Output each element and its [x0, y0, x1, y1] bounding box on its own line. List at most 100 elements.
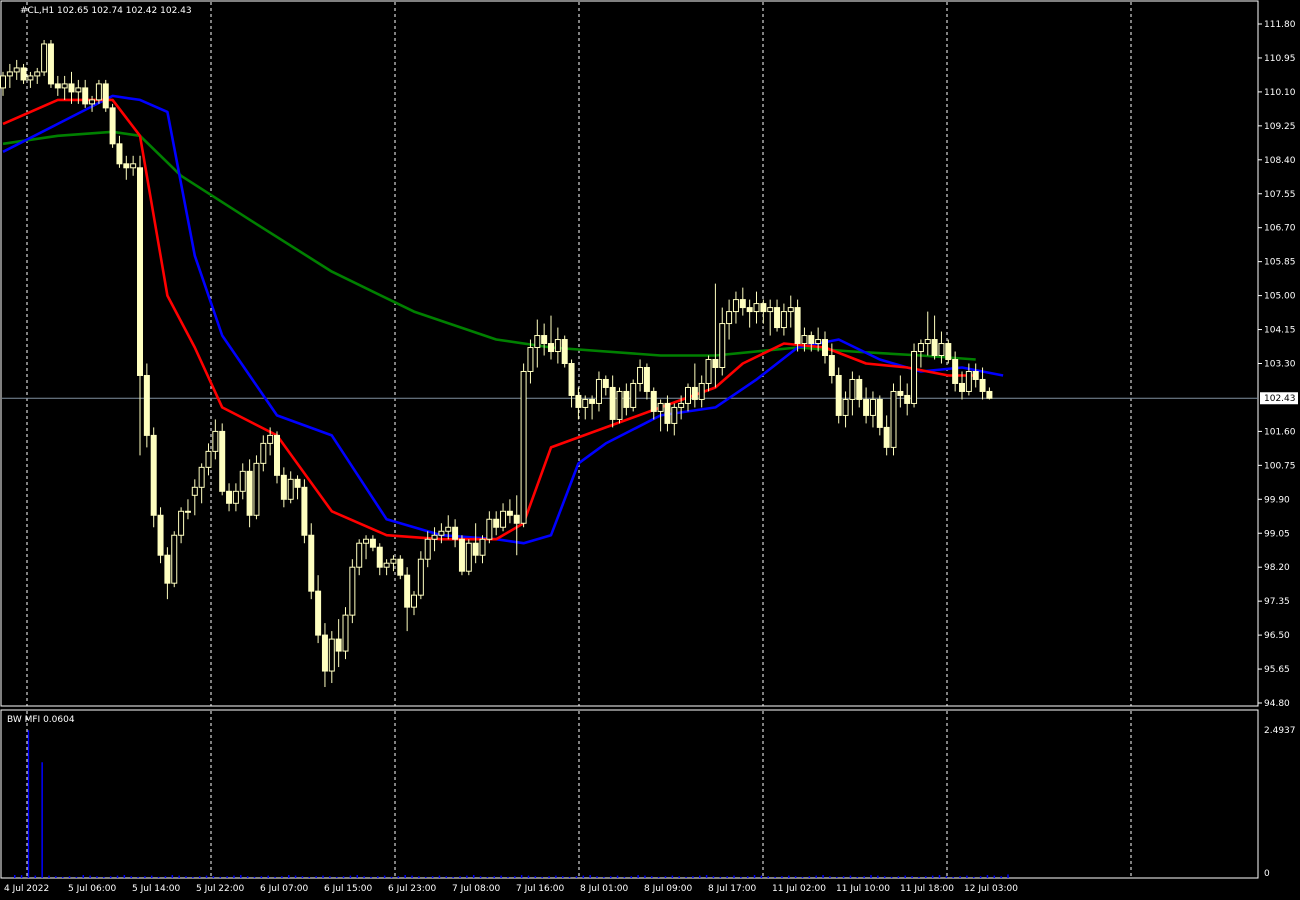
candle-body-bear [575, 394, 582, 408]
candle-body-bull [911, 351, 918, 404]
candle-body-bull [383, 562, 390, 568]
candle [664, 395, 671, 432]
mfi-bar [198, 876, 201, 878]
candle [349, 559, 356, 624]
candle [116, 135, 123, 168]
mfi-bar [219, 876, 221, 878]
candle-body-bear [643, 366, 650, 392]
mfi-bar [527, 875, 530, 878]
candle-body-bear [506, 510, 513, 516]
mfi-bar [1000, 876, 1002, 878]
candle [164, 547, 171, 600]
candle-body-bear [623, 390, 630, 408]
candle [917, 339, 924, 368]
candle [774, 299, 781, 332]
candle [253, 455, 260, 520]
candle-body-bull [171, 534, 178, 584]
mfi-bar [103, 876, 105, 878]
candle-body-bull [732, 299, 739, 313]
candle-body-bull [630, 382, 637, 408]
candle-body-bear [746, 307, 753, 313]
x-tick-label: 8 Jul 09:00 [644, 884, 693, 894]
candle [452, 519, 459, 548]
mfi-bar [808, 876, 811, 878]
mfi-bar [952, 876, 954, 878]
mfi-bar [973, 876, 975, 878]
candle-body-bear [760, 303, 767, 313]
candle-body-bull [500, 510, 507, 528]
mfi-bar [61, 876, 64, 878]
mfi-bar [205, 875, 208, 878]
ma-slow-line [2, 130, 976, 361]
candle-body-bull [287, 478, 294, 500]
x-tick-label: 4 Jul 2022 [4, 884, 49, 894]
candle-body-bull [698, 382, 705, 400]
mfi-bar [651, 876, 653, 878]
mfi-bar [246, 876, 249, 878]
y-tick-label: 99.05 [1264, 529, 1290, 539]
mfi-bar [342, 876, 345, 878]
candle [376, 543, 383, 576]
mfi-bar [479, 876, 482, 878]
candle-body-bull [479, 538, 486, 556]
mfi-bar [890, 876, 893, 878]
mfi-bar [130, 876, 132, 878]
candle-body-bull [411, 594, 417, 608]
candle [911, 343, 918, 408]
candle-body-bull [917, 343, 924, 353]
mfi-bar [288, 875, 290, 878]
candle [637, 359, 644, 392]
x-tick-label: 5 Jul 22:00 [196, 884, 245, 894]
candle [342, 607, 349, 660]
candle [787, 295, 794, 328]
candle [219, 423, 226, 496]
candle [260, 435, 267, 472]
candle [123, 155, 130, 180]
mfi-bar [794, 876, 797, 878]
candle-body-bear [589, 398, 596, 404]
candle [719, 307, 726, 376]
candle [705, 355, 712, 392]
candle [431, 527, 438, 552]
mfi-bar [390, 876, 393, 878]
candle [623, 383, 630, 416]
candle-body-bear [150, 434, 157, 516]
mfi-bar [692, 876, 694, 878]
candle-body-bull [13, 67, 20, 73]
mfi-bar [630, 876, 632, 878]
candle [506, 499, 513, 524]
y-tick-label: 107.55 [1264, 190, 1296, 200]
candle-body-bear [568, 363, 575, 396]
candle-body-bull [595, 378, 602, 404]
candle [321, 623, 328, 688]
mfi-bar [335, 876, 338, 878]
mfi-bar [603, 876, 605, 878]
candle-body-bear [472, 542, 479, 556]
candle [157, 507, 164, 564]
x-tick-label: 11 Jul 10:00 [836, 884, 890, 894]
candle-body-bull [178, 510, 185, 536]
mfi-bar [356, 875, 358, 878]
candle [212, 419, 219, 460]
candle-body-bull [657, 402, 664, 412]
candle-body-bear [876, 398, 883, 428]
candle [835, 367, 842, 424]
mfi-bar [185, 876, 187, 878]
mfi-bar [938, 875, 941, 878]
mfi-bar [753, 875, 756, 878]
candle-body-bear [712, 359, 719, 368]
mfi-bar [733, 875, 735, 878]
candle [643, 363, 650, 400]
mfi-bar [883, 876, 886, 878]
candle [205, 443, 212, 476]
candle-body-bull [27, 75, 34, 81]
candle-body-bear [219, 430, 226, 492]
mfi-bar [842, 876, 845, 878]
y-tick-label: 109.25 [1264, 122, 1296, 132]
y-tick-label: 99.90 [1264, 495, 1290, 505]
mfi-bar [55, 876, 57, 878]
candle [191, 479, 198, 516]
x-tick-label: 5 Jul 14:00 [132, 884, 181, 894]
candle [486, 511, 493, 544]
mfi-bar [445, 876, 448, 878]
